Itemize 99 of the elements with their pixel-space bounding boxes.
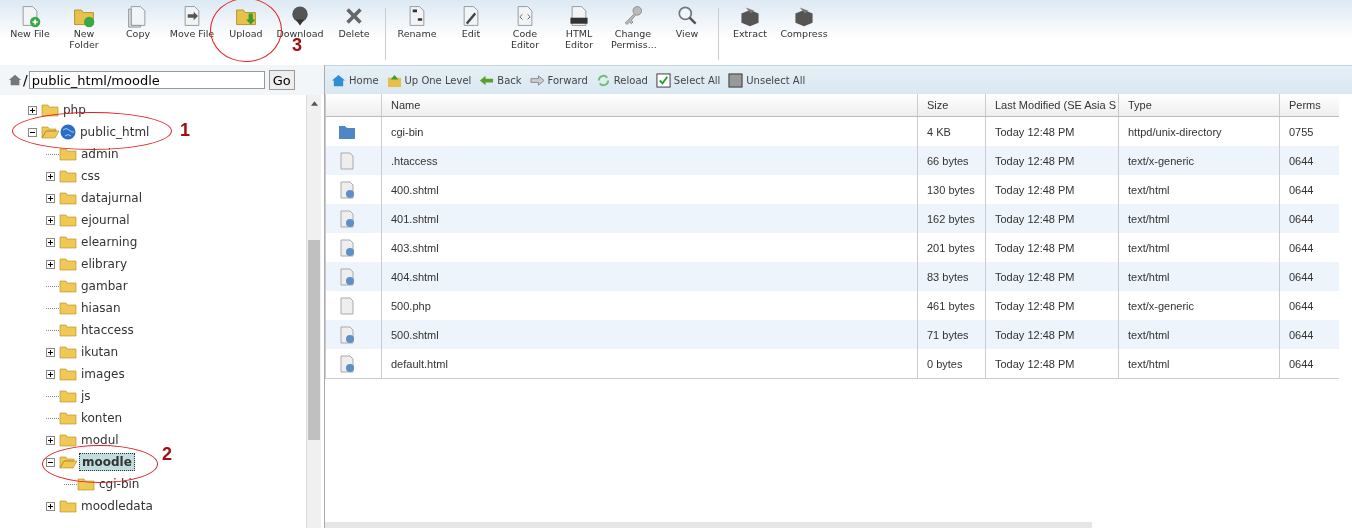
table-cell: 0644 [1279,349,1339,379]
toolbar-button[interactable]: Compress [777,4,831,39]
text-file-icon [338,296,356,315]
table-cell: 162 bytes [917,204,986,233]
text-file-icon [338,151,356,170]
toolbar-button[interactable]: Download [273,4,327,39]
html-file-icon [567,4,591,28]
reload-icon [595,72,611,88]
folder-tree-item[interactable]: ejournal [79,212,132,228]
nav-button[interactable]: Forward [529,72,588,88]
web-file-icon [338,267,356,286]
table-cell: text/html [1118,320,1280,349]
expand-toggle[interactable] [46,171,55,181]
table-cell: text/html [1118,262,1280,291]
expand-toggle[interactable] [46,369,55,379]
toolbar-button[interactable]: Move File [165,4,219,39]
checked-box-icon [655,72,671,88]
expand-toggle[interactable] [46,193,55,203]
file-name[interactable]: default.html [381,349,918,379]
table-cell: 0644 [1279,320,1339,349]
toolbar-button[interactable]: New Folder [57,4,111,50]
scrollbar[interactable] [306,95,321,528]
expand-toggle[interactable] [46,347,55,357]
nav-button[interactable]: Unselect All [728,72,806,88]
table-cell: Today 12:48 PM [985,146,1119,175]
home-icon[interactable] [8,73,22,87]
nav-button[interactable]: Reload [595,72,648,88]
nav-button[interactable]: Up One Level [386,72,472,88]
toolbar-button[interactable]: Change Permiss... [606,4,660,50]
toolbar-button[interactable]: Extract [723,4,777,39]
toolbar-button[interactable]: Code Editor [498,4,552,50]
web-file-icon [338,209,356,228]
globe-icon [60,124,76,140]
annotation-number: 2 [162,444,172,465]
table-cell: 83 bytes [917,262,986,291]
table-cell: 66 bytes [917,146,986,175]
web-file-icon [338,325,356,344]
home-icon [331,72,346,88]
web-file-icon [338,354,356,373]
expand-toggle[interactable] [46,215,55,225]
table-cell: text/html [1118,204,1280,233]
column-header[interactable]: Perms [1279,94,1339,117]
table-cell: Today 12:48 PM [985,262,1119,291]
column-header[interactable]: Last Modified (SE Asia S [985,94,1119,117]
toolbar-button[interactable]: New File [3,4,57,39]
expand-toggle[interactable] [46,259,55,269]
file-name[interactable]: 404.shtml [381,262,918,291]
nav-button[interactable]: Home [331,72,379,88]
column-header[interactable]: Name [381,94,918,117]
table-cell: 0644 [1279,146,1339,175]
file-name[interactable]: 401.shtml [381,204,918,233]
folder-tree-item[interactable]: elibrary [79,256,129,272]
expand-toggle[interactable] [46,435,55,445]
folder-tree-item[interactable]: moodle [79,453,135,471]
nav-button[interactable]: Back [479,72,522,88]
path-field[interactable]: public_html/moodle [28,71,265,89]
file-name[interactable]: .htaccess [381,146,918,175]
table-cell: text/x-generic [1118,146,1280,175]
table-cell: 0644 [1279,204,1339,233]
folder-tree-item[interactable]: gambar [79,278,130,294]
collapse-toggle[interactable] [28,127,37,137]
expand-toggle[interactable] [46,501,55,511]
column-header[interactable]: Type [1118,94,1280,117]
annotation-number: 1 [180,120,190,141]
expand-toggle[interactable] [46,237,55,247]
folder-tree-item[interactable]: cgi-bin [97,476,142,492]
folder-tree-item[interactable]: js [79,388,93,404]
table-cell: text/html [1118,349,1280,379]
path-separator: / [23,72,28,88]
table-cell: Today 12:48 PM [985,349,1119,379]
table-cell: 0644 [1279,262,1339,291]
web-file-icon [338,180,356,199]
empty-box-icon [728,72,744,88]
folder-tree-item[interactable]: datajurnal [79,190,144,206]
nav-button[interactable]: Select All [655,72,721,88]
scroll-up-icon[interactable] [310,101,318,106]
expand-toggle[interactable] [28,105,37,115]
go-button[interactable]: Go [268,70,295,90]
table-cell: Today 12:48 PM [985,320,1119,349]
table-cell: 0 bytes [917,349,986,379]
folder-tree-item[interactable]: elearning [79,234,140,250]
file-name[interactable]: 500.shtml [381,320,918,349]
toolbar-button[interactable]: Rename [390,4,444,39]
folder-up-icon [386,72,402,88]
toolbar-button[interactable]: HTML Editor [552,4,606,50]
toolbar-button[interactable]: Edit [444,4,498,39]
collapse-toggle[interactable] [46,457,55,467]
folder-tree-item[interactable]: images [79,366,127,382]
table-cell: Today 12:48 PM [985,204,1119,233]
forward-arrow-icon [529,72,545,88]
toolbar-button[interactable]: View [660,4,714,39]
folder-tree-item[interactable]: public_html [78,124,152,140]
table-cell: 71 bytes [917,320,986,349]
toolbar-button[interactable]: Copy [111,4,165,39]
toolbar-button[interactable]: Delete [327,4,381,39]
column-header[interactable]: Size [917,94,986,117]
toolbar-button[interactable]: Upload [219,4,273,39]
scrollbar[interactable] [325,522,1092,528]
web-file-icon [338,238,356,257]
